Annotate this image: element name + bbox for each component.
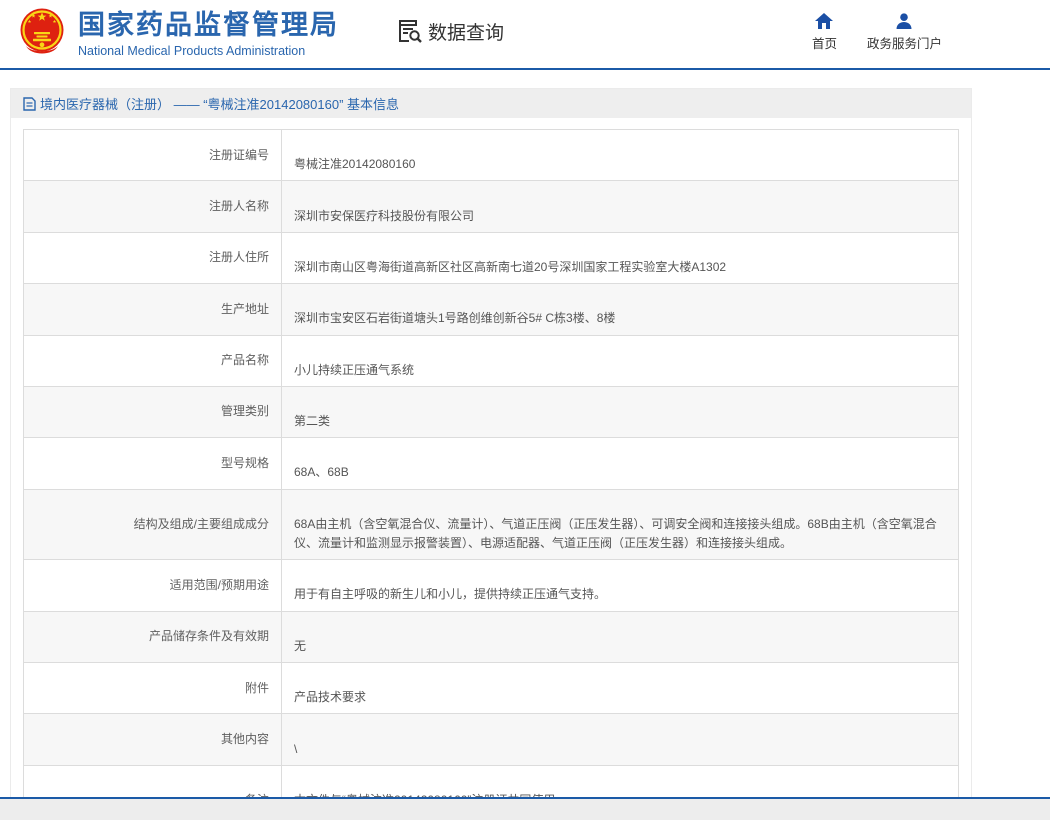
row-label: 产品名称 xyxy=(221,353,269,367)
row-label: 生产地址 xyxy=(221,302,269,316)
table-row: 注册人住所 深圳市南山区粤海街道高新区社区高新南七道20号深圳国家工程实验室大楼… xyxy=(24,232,959,283)
site-header: 国家药品监督管理局 National Medical Products Admi… xyxy=(0,0,1050,70)
page-footer xyxy=(0,797,1050,820)
info-table-body: 注册证编号 粤械注准20142080160 注册人名称 深圳市安保医疗科技股份有… xyxy=(24,130,959,820)
row-value: 第二类 xyxy=(294,414,330,428)
row-label: 型号规格 xyxy=(221,456,269,470)
header-nav: 首页 政务服务门户 xyxy=(812,13,1050,52)
table-row: 附件 产品技术要求 xyxy=(24,662,959,713)
detail-panel: 境内医疗器械（注册） —— “粤械注准20142080160” 基本信息 注册证… xyxy=(10,88,972,820)
row-value: 小儿持续正压通气系统 xyxy=(294,363,414,377)
info-table: 注册证编号 粤械注准20142080160 注册人名称 深圳市安保医疗科技股份有… xyxy=(23,129,959,820)
panel-titlebar: 境内医疗器械（注册） —— “粤械注准20142080160” 基本信息 xyxy=(11,89,971,118)
row-value: 深圳市宝安区石岩街道塘头1号路创维创新谷5# C栋3楼、8楼 xyxy=(294,311,615,325)
row-label: 注册证编号 xyxy=(209,148,269,162)
row-label: 产品储存条件及有效期 xyxy=(149,629,269,643)
row-value: 深圳市安保医疗科技股份有限公司 xyxy=(294,209,474,223)
nav-gov-portal-label: 政务服务门户 xyxy=(867,33,942,52)
row-label: 注册人住所 xyxy=(209,250,269,264)
nav-gov-portal[interactable]: 政务服务门户 xyxy=(867,13,942,52)
page-title: 境内医疗器械（注册） —— “粤械注准20142080160” 基本信息 xyxy=(40,94,399,113)
site-title: 国家药品监督管理局 xyxy=(78,10,339,41)
data-query-section[interactable]: 数据查询 xyxy=(397,18,504,45)
table-row: 注册证编号 粤械注准20142080160 xyxy=(24,130,959,181)
table-row: 产品储存条件及有效期 无 xyxy=(24,611,959,662)
home-icon xyxy=(815,13,833,29)
row-value: \ xyxy=(294,742,297,756)
row-value: 深圳市南山区粤海街道高新区社区高新南七道20号深圳国家工程实验室大楼A1302 xyxy=(294,260,726,274)
national-emblem-icon xyxy=(16,6,68,62)
row-value: 粤械注准20142080160 xyxy=(294,157,415,171)
table-row: 生产地址 深圳市宝安区石岩街道塘头1号路创维创新谷5# C栋3楼、8楼 xyxy=(24,284,959,335)
table-row: 适用范围/预期用途 用于有自主呼吸的新生儿和小儿，提供持续正压通气支持。 xyxy=(24,560,959,611)
site-subtitle: National Medical Products Administration xyxy=(78,44,339,58)
nav-home-label: 首页 xyxy=(812,33,837,52)
row-label: 管理类别 xyxy=(221,404,269,418)
row-label: 注册人名称 xyxy=(209,199,269,213)
nav-home[interactable]: 首页 xyxy=(812,13,837,52)
row-value: 用于有自主呼吸的新生儿和小儿，提供持续正压通气支持。 xyxy=(294,587,606,601)
table-row: 其他内容 \ xyxy=(24,714,959,765)
table-row: 注册人名称 深圳市安保医疗科技股份有限公司 xyxy=(24,181,959,232)
row-label: 其他内容 xyxy=(221,732,269,746)
row-label: 适用范围/预期用途 xyxy=(170,578,269,592)
user-icon xyxy=(895,13,913,29)
table-row: 产品名称 小儿持续正压通气系统 xyxy=(24,335,959,386)
table-row: 结构及组成/主要组成成分 68A由主机（含空氧混合仪、流量计）、气道正压阀（正压… xyxy=(24,489,959,560)
logo-link[interactable]: 国家药品监督管理局 National Medical Products Admi… xyxy=(16,6,339,62)
data-query-label: 数据查询 xyxy=(428,18,504,45)
row-label: 附件 xyxy=(245,681,269,695)
table-row: 型号规格 68A、68B xyxy=(24,438,959,489)
row-value: 无 xyxy=(294,639,306,653)
row-value: 产品技术要求 xyxy=(294,690,366,704)
row-value: 68A由主机（含空氧混合仪、流量计）、气道正压阀（正压发生器）、可调安全阀和连接… xyxy=(294,517,937,550)
row-label: 结构及组成/主要组成成分 xyxy=(134,517,269,531)
table-row: 管理类别 第二类 xyxy=(24,386,959,437)
page-doc-icon xyxy=(23,97,36,111)
document-search-icon xyxy=(397,18,423,44)
row-value: 68A、68B xyxy=(294,465,349,479)
